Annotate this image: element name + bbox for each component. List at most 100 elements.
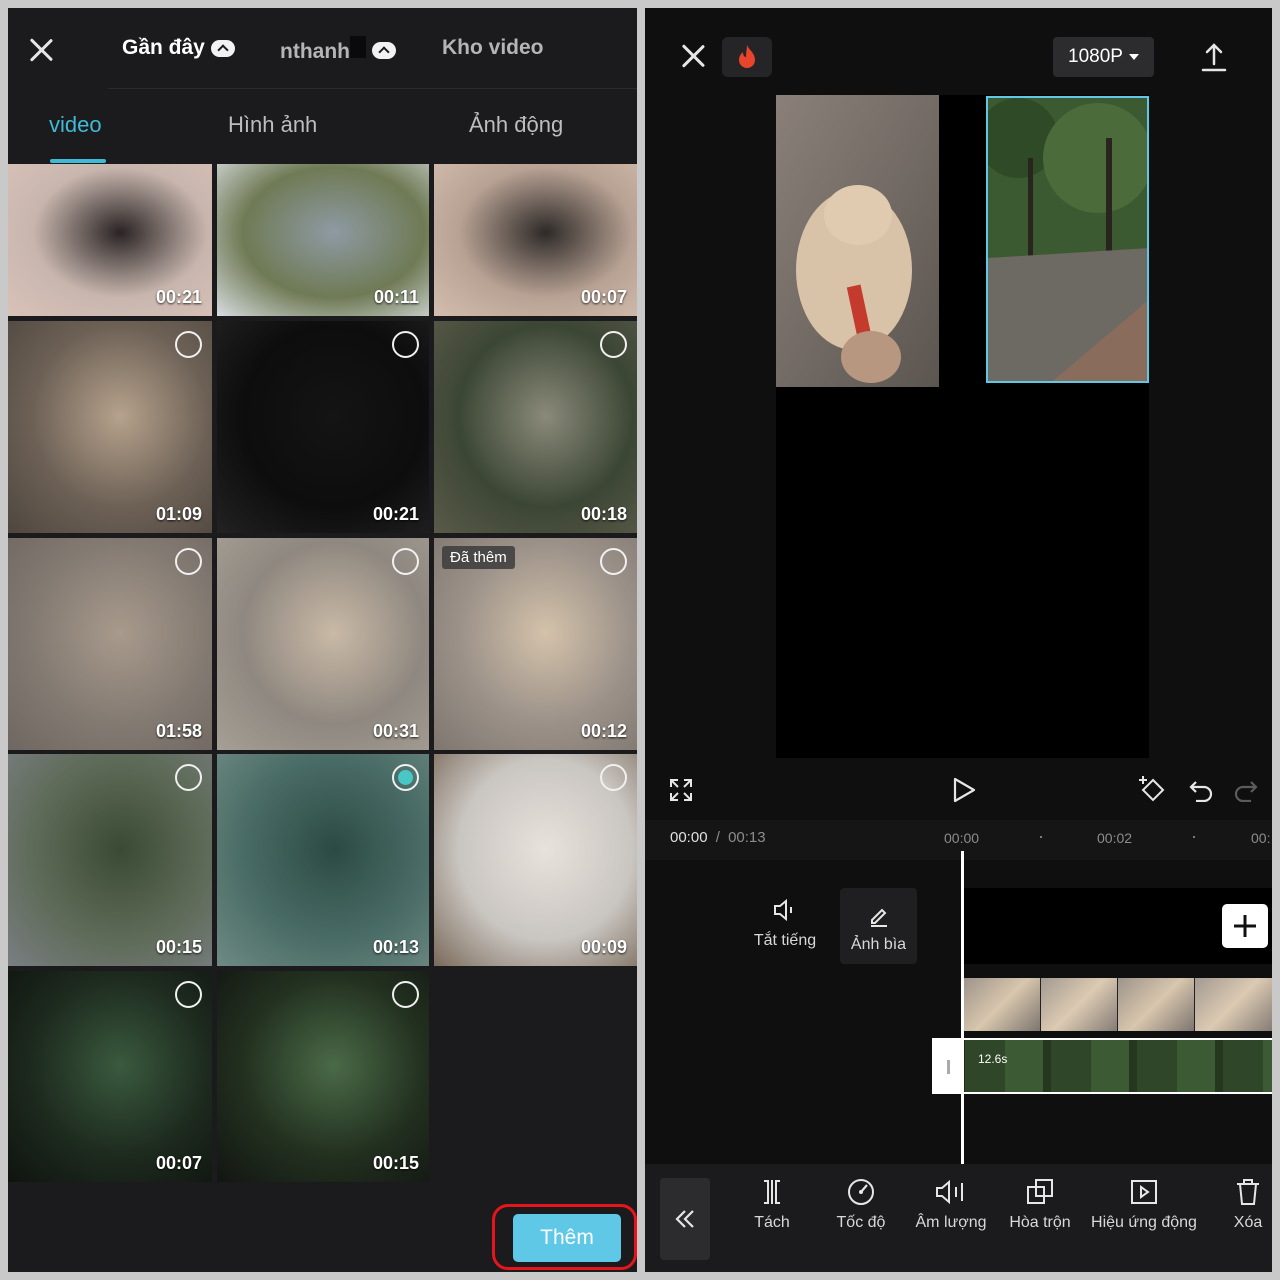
volume-tool[interactable]: Âm lượng — [911, 1178, 991, 1232]
duration-label: 00:15 — [155, 937, 202, 957]
chevron-up-icon — [210, 39, 235, 57]
media-tile[interactable]: 00:07 — [434, 164, 637, 316]
selection-circle[interactable] — [600, 331, 627, 358]
selection-circle[interactable] — [175, 981, 202, 1008]
ruler-tick-label: 00:02 — [1097, 830, 1133, 846]
media-tile[interactable]: 00:31 — [217, 538, 429, 750]
close-icon[interactable] — [26, 35, 56, 65]
chevron-up-icon — [371, 41, 396, 59]
speed-tool[interactable]: Tốc độ — [829, 1178, 893, 1232]
media-tile[interactable]: 00:21 — [8, 164, 212, 316]
animation-tool[interactable]: Hiệu ứng động — [1088, 1178, 1200, 1232]
media-tile[interactable]: 00:21 — [217, 321, 429, 533]
media-tile[interactable]: 00:13 — [217, 754, 429, 966]
duration-label: 00:13 — [372, 937, 419, 957]
timecode: 00:00 / 00:13 — [670, 829, 766, 846]
plus-icon — [1234, 915, 1256, 937]
duration-label: 00:18 — [580, 504, 627, 524]
media-tile[interactable]: 00:18 — [434, 321, 637, 533]
blend-icon — [1027, 1179, 1053, 1204]
ruler-dot: · — [1038, 826, 1044, 846]
speed-icon — [848, 1179, 874, 1205]
selection-circle[interactable] — [175, 548, 202, 575]
album-recent-dropdown[interactable]: Gần đây — [122, 36, 235, 60]
double-chevron-left-icon — [675, 1210, 694, 1228]
active-tab-indicator — [50, 159, 106, 163]
selection-circle-checked[interactable] — [392, 764, 419, 791]
speaker-icon — [774, 898, 792, 922]
duration-label: 00:11 — [373, 287, 419, 307]
selection-circle[interactable] — [600, 548, 627, 575]
tab-images[interactable]: Hình ảnh — [228, 112, 317, 138]
back-button[interactable] — [660, 1178, 710, 1260]
mute-button[interactable]: Tắt tiếng — [740, 898, 830, 950]
media-tile[interactable]: 01:58 — [8, 538, 212, 750]
resolution-dropdown[interactable]: 1080P — [1053, 37, 1154, 77]
add-button[interactable]: Thêm — [513, 1214, 621, 1262]
selection-circle[interactable] — [392, 981, 419, 1008]
selection-circle[interactable] — [392, 331, 419, 358]
duration-label: 01:09 — [155, 504, 202, 524]
duration-label: 00:09 — [580, 937, 627, 957]
ruler-dot: · — [1191, 826, 1197, 846]
tab-video[interactable]: video — [49, 112, 102, 138]
ruler-tick-label: 00: — [1251, 830, 1271, 846]
divider — [108, 88, 637, 89]
media-tile[interactable]: 00:07 — [8, 971, 212, 1182]
album-user-dropdown[interactable]: nthanh — [280, 36, 396, 64]
selection-circle[interactable] — [392, 548, 419, 575]
trash-icon — [1237, 1179, 1259, 1205]
selection-circle[interactable] — [600, 764, 627, 791]
split-tool[interactable]: Tách — [746, 1178, 798, 1232]
resolution-label: 1080P — [1068, 46, 1123, 67]
playhead[interactable] — [961, 851, 964, 1164]
blend-tool[interactable]: Hòa trộn — [1005, 1178, 1075, 1232]
tab-gifs[interactable]: Ảnh động — [469, 112, 563, 138]
album-user-label: nthanh — [280, 40, 350, 63]
overlay-track-park-clip-selected[interactable]: 12.6s — [932, 1038, 1272, 1094]
media-tile[interactable]: 00:15 — [217, 971, 429, 1182]
duration-label: 00:21 — [372, 504, 419, 524]
preview-clip-park-selected[interactable] — [986, 96, 1149, 383]
overlay-track-cat-clip[interactable] — [964, 978, 1272, 1031]
close-icon[interactable] — [678, 41, 708, 71]
duration-label: 00:21 — [155, 287, 202, 307]
album-recent-label: Gần đây — [122, 36, 205, 59]
fire-button[interactable] — [722, 37, 772, 77]
play-icon[interactable] — [952, 777, 976, 803]
media-tile[interactable]: 00:15 — [8, 754, 212, 966]
delete-tool[interactable]: Xóa — [1223, 1178, 1272, 1232]
clip-thumbnail — [1195, 978, 1272, 1031]
album-stock-video[interactable]: Kho video — [442, 36, 544, 60]
time-current: 00:00 — [670, 829, 708, 846]
redacted-mask — [349, 36, 366, 58]
tool-label: Hiệu ứng động — [1091, 1214, 1197, 1231]
add-clip-button[interactable] — [1222, 904, 1268, 948]
preview-clip-cat[interactable] — [776, 95, 939, 387]
duration-label: 00:07 — [155, 1153, 202, 1173]
redo-icon[interactable] — [1233, 778, 1259, 802]
caret-down-icon — [1128, 54, 1139, 60]
keyframe-add-icon[interactable] — [1137, 774, 1169, 804]
added-badge: Đã thêm — [442, 546, 515, 569]
undo-icon[interactable] — [1188, 778, 1214, 802]
fullscreen-icon[interactable] — [669, 778, 693, 802]
preview-canvas[interactable] — [776, 95, 1149, 758]
trim-handle-left[interactable] — [934, 1040, 964, 1092]
media-tile[interactable]: 01:09 — [8, 321, 212, 533]
clip-thumbnail — [1041, 978, 1118, 1031]
media-tile[interactable]: 00:11 — [217, 164, 429, 316]
time-separator: / — [715, 829, 720, 846]
media-tile[interactable]: 00:09 — [434, 754, 637, 966]
selection-circle[interactable] — [175, 764, 202, 791]
cover-button[interactable]: Ảnh bìa — [840, 888, 917, 964]
media-tile[interactable]: Đã thêm 00:12 — [434, 538, 637, 750]
fire-icon — [739, 45, 755, 68]
selection-circle[interactable] — [175, 331, 202, 358]
duration-label: 00:15 — [372, 1153, 419, 1173]
media-picker-panel: Gần đây nthanh Kho video video Hình ảnh … — [8, 8, 637, 1272]
tool-label: Xóa — [1233, 1214, 1263, 1231]
pencil-icon — [870, 908, 887, 927]
export-icon[interactable] — [1201, 42, 1227, 72]
clip-duration-label: 12.6s — [978, 1052, 1008, 1066]
